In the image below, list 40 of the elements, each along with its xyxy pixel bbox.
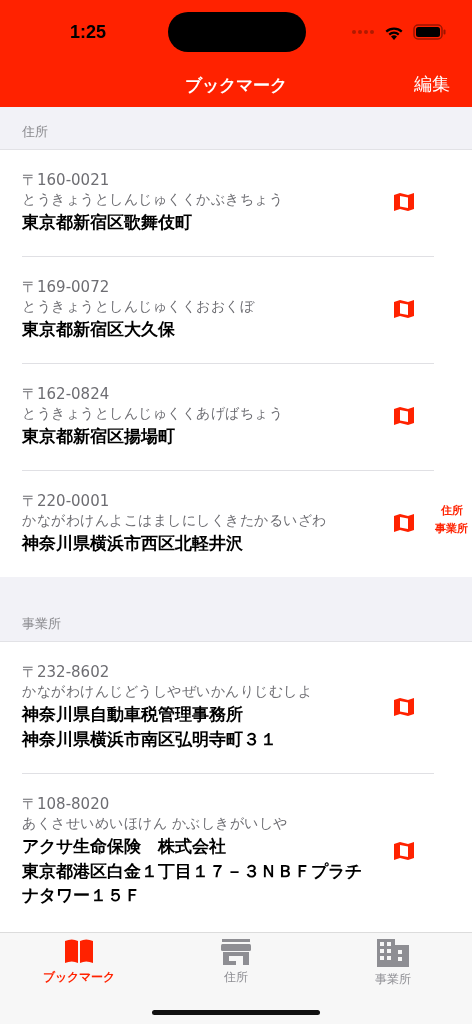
address-reading: とうきょうとしんじゅくくかぶきちょう <box>22 190 284 209</box>
map-icon[interactable] <box>393 192 415 212</box>
battery-icon <box>413 24 446 40</box>
page-title: ブックマーク <box>185 74 287 97</box>
status-time: 1:25 <box>70 21 108 43</box>
tab[interactable]: ブックマーク <box>0 939 158 988</box>
section-index-item[interactable]: 事業所 <box>435 521 468 537</box>
signal-icon <box>351 29 375 35</box>
building-icon <box>377 939 410 967</box>
address-reading: かながわけんよこはましにしくきたかるいざわ <box>22 511 328 530</box>
address-reading: かながわけんじどうしやぜいかんりじむしよ <box>22 682 313 701</box>
address-reading: とうきょうとしんじゅくくおおくぼ <box>22 297 256 316</box>
store-icon <box>221 939 251 965</box>
address-name: 東京都新宿区歌舞伎町 <box>22 211 193 234</box>
address-name: 神奈川県横浜市南区弘明寺町３１ <box>22 728 278 751</box>
map-icon[interactable] <box>393 406 415 426</box>
map-icon[interactable] <box>393 299 415 319</box>
address-name: 東京都新宿区大久保 <box>22 318 176 341</box>
address-name: 神奈川県自動車税管理事務所 <box>22 703 244 726</box>
map-icon[interactable] <box>393 696 415 717</box>
map-icon[interactable] <box>393 513 415 533</box>
wifi-icon <box>384 24 404 40</box>
section-title: 住所 <box>22 124 48 139</box>
postal-code: 〒232-8602 <box>22 662 111 682</box>
address-name: 東京都港区白金１丁目１７－３ＮＢＦプラチナタワー１５Ｆ <box>22 860 363 907</box>
address-reading: とうきょうとしんじゅくくあげばちょう <box>22 404 284 423</box>
map-icon[interactable] <box>393 840 415 861</box>
address-name: 東京都新宿区揚場町 <box>22 425 176 448</box>
postal-code: 〒169-0072 <box>22 277 111 297</box>
section-title: 事業所 <box>22 616 61 631</box>
address-reading: あくさせいめいほけん かぶしきがいしや <box>22 814 289 833</box>
postal-code: 〒108-8020 <box>22 794 111 814</box>
postal-code: 〒220-0001 <box>22 491 111 511</box>
section-index-item[interactable]: 住所 <box>440 503 463 519</box>
postal-code: 〒162-0824 <box>22 384 111 404</box>
postal-code: 〒160-0021 <box>22 170 111 190</box>
address-name: 神奈川県横浜市西区北軽井沢 <box>22 532 244 555</box>
address-name: アクサ生命保険 株式会社 <box>22 835 227 858</box>
edit-button[interactable]: 編集 <box>414 72 450 96</box>
book-icon <box>63 939 94 965</box>
